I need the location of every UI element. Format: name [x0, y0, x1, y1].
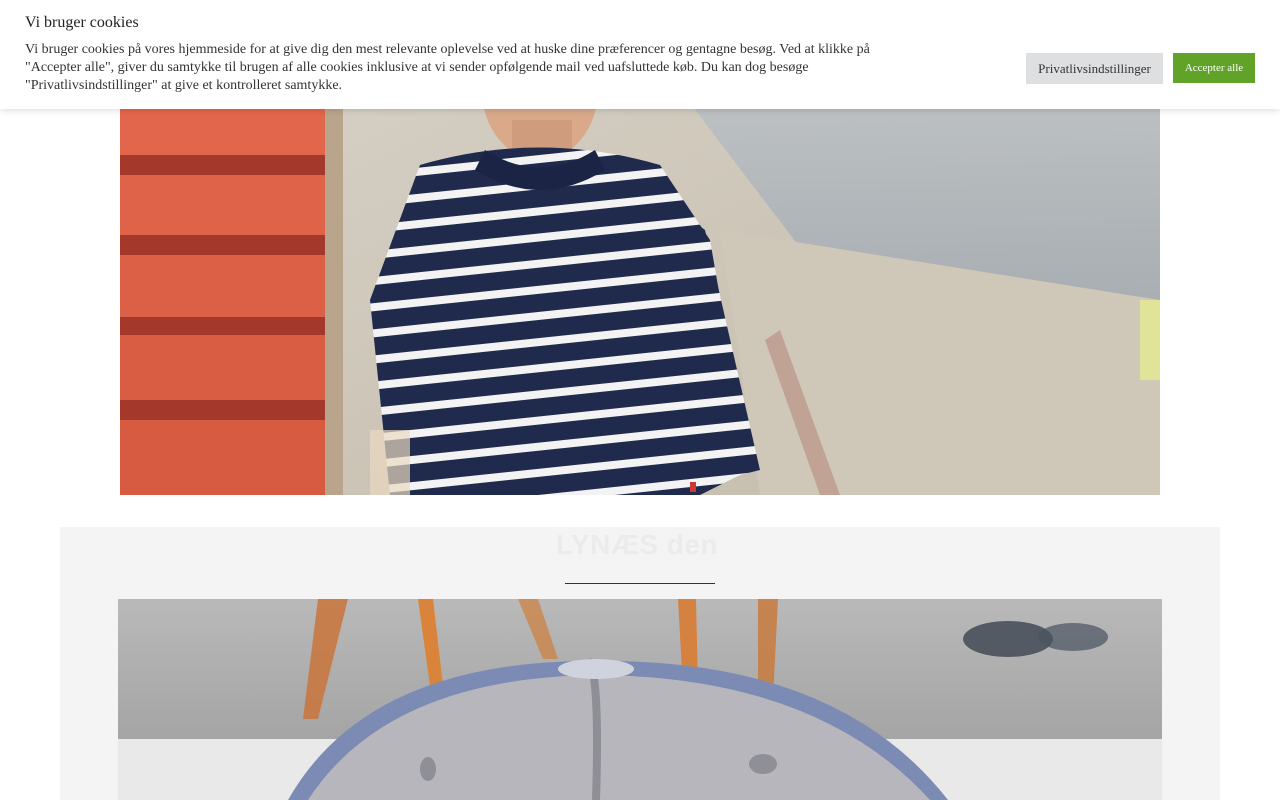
page: LYNÆS den Vi bruger cookies Vi bruger co… — [0, 0, 1280, 800]
cookie-banner: Vi bruger cookies Vi bruger cookies på v… — [0, 0, 1280, 109]
cap-photo[interactable] — [118, 599, 1162, 800]
privacy-settings-button[interactable]: Privatlivsindstillinger — [1026, 53, 1163, 84]
cookie-banner-title: Vi bruger cookies — [25, 14, 139, 31]
title-underline — [565, 583, 715, 584]
accept-all-button[interactable]: Accepter alle — [1173, 53, 1255, 83]
product-title: LYNÆS den — [555, 529, 719, 560]
product-section: LYNÆS den — [60, 527, 1220, 800]
cookie-banner-text: Vi bruger cookies på vores hjemmeside fo… — [25, 42, 870, 93]
